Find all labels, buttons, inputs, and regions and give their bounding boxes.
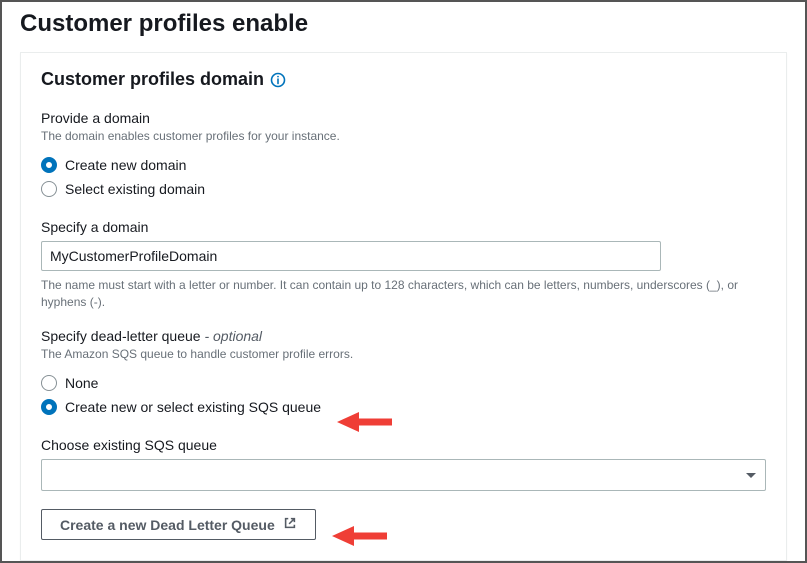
dlq-label-text: Specify dead-letter queue xyxy=(41,328,201,344)
radio-dlq-none[interactable]: None xyxy=(41,371,766,395)
domain-name-input[interactable] xyxy=(41,241,661,271)
radio-select-existing-domain[interactable]: Select existing domain xyxy=(41,177,766,201)
specify-domain-group: Specify a domain The name must start wit… xyxy=(41,219,766,311)
panel-header: Customer profiles domain xyxy=(21,53,786,102)
radio-icon xyxy=(41,399,57,415)
dlq-hint: The Amazon SQS queue to handle customer … xyxy=(41,346,766,363)
sqs-queue-select[interactable] xyxy=(41,459,766,491)
radio-create-new-domain[interactable]: Create new domain xyxy=(41,153,766,177)
radio-label: Create new or select existing SQS queue xyxy=(65,399,321,415)
specify-domain-label: Specify a domain xyxy=(41,219,766,235)
info-icon[interactable] xyxy=(270,72,286,88)
caret-down-icon xyxy=(745,467,757,483)
provide-domain-label: Provide a domain xyxy=(41,110,766,126)
domain-panel: Customer profiles domain Provide a domai… xyxy=(20,52,787,561)
provide-domain-hint: The domain enables customer profiles for… xyxy=(41,128,766,145)
radio-label: Create new domain xyxy=(65,157,186,173)
choose-queue-group: Choose existing SQS queue xyxy=(41,437,766,491)
provide-domain-group: Provide a domain The domain enables cust… xyxy=(41,110,766,201)
create-dlq-row: Create a new Dead Letter Queue xyxy=(41,509,766,540)
radio-label: None xyxy=(65,375,98,391)
specify-domain-hint: The name must start with a letter or num… xyxy=(41,277,766,311)
radio-dlq-create-or-select[interactable]: Create new or select existing SQS queue xyxy=(41,395,766,419)
create-dlq-button-label: Create a new Dead Letter Queue xyxy=(60,517,275,533)
page-title: Customer profiles enable xyxy=(2,2,805,52)
create-dlq-button[interactable]: Create a new Dead Letter Queue xyxy=(41,509,316,540)
choose-queue-label: Choose existing SQS queue xyxy=(41,437,766,453)
external-link-icon xyxy=(283,516,297,533)
dlq-group: Specify dead-letter queue - optional The… xyxy=(41,328,766,419)
dlq-label: Specify dead-letter queue - optional xyxy=(41,328,766,344)
radio-icon xyxy=(41,157,57,173)
radio-label: Select existing domain xyxy=(65,181,205,197)
panel-title: Customer profiles domain xyxy=(41,69,264,90)
radio-icon xyxy=(41,375,57,391)
dlq-optional: - optional xyxy=(201,328,262,344)
radio-icon xyxy=(41,181,57,197)
